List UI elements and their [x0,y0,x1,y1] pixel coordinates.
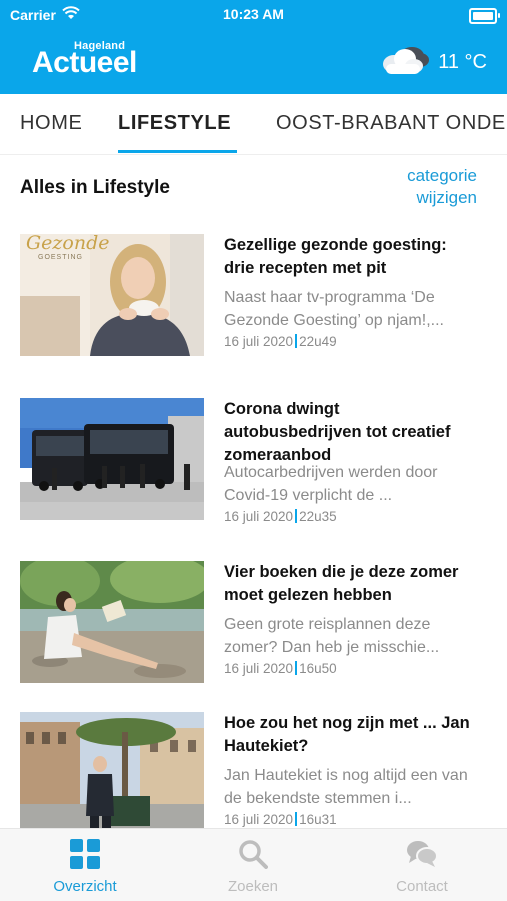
tabbar-item-overzicht[interactable]: Overzicht [25,839,145,895]
tabbar-item-contact[interactable]: Contact [362,839,482,895]
active-tab-indicator [118,150,237,153]
status-time: 10:23 AM [223,6,284,22]
tab-oost-brabant-ondernemen[interactable]: OOST-BRABANT ONDERNEMEN [276,112,507,135]
change-category-line-1: categorie [407,166,477,185]
article-meta: 16 juli 2020 22u35 [224,509,337,524]
chat-icon [406,839,438,874]
article-date: 16 juli 2020 [224,509,294,524]
article-excerpt: Naast haar tv-programma ‘De Gezonde Goes… [224,289,444,329]
article-date: 16 juli 2020 [224,661,294,676]
article-meta: 16 juli 2020 16u31 [224,812,337,827]
grid-icon [70,839,100,874]
article-item[interactable]: Gezonde GOESTING Gezellige gezonde goest… [20,234,480,358]
article-title[interactable]: Gezellige gezonde goesting: drie recepte… [224,234,480,280]
meta-divider [295,334,298,348]
logo-main: Actueel [32,46,137,79]
article-date: 16 juli 2020 [224,812,294,827]
battery-icon [469,8,500,24]
article-item[interactable]: Corona dwingt autobusbedrijven tot creat… [20,398,480,524]
article-meta: 16 juli 2020 16u50 [224,661,337,676]
bottom-tab-bar: Overzicht Zoeken Contact [0,828,507,901]
status-bar: Carrier 10:23 AM [0,0,507,28]
meta-divider [295,812,298,826]
article-time: 22u35 [299,509,337,524]
meta-divider [295,661,298,675]
article-excerpt: Jan Hautekiet is nog altijd een van de b… [224,767,468,807]
article-time: 16u31 [299,812,337,827]
cloud-icon [378,44,430,81]
category-tabs: HOME LIFESTYLE OOST-BRABANT ONDERNEMEN [0,94,507,155]
tab-lifestyle[interactable]: LIFESTYLE [118,112,231,135]
tab-home[interactable]: HOME [20,112,82,135]
change-category-link[interactable]: categorie wijzigen [357,165,477,209]
article-thumbnail[interactable]: Gezonde GOESTING [20,234,204,356]
change-category-line-2: wijzigen [416,188,477,207]
app-header: Carrier 10:23 AM Hageland Actueel 11 °C [0,0,507,94]
article-item[interactable]: Vier boeken die je deze zomer moet gelez… [20,561,480,685]
article-item[interactable]: Hoe zou het nog zijn met ... Jan Hauteki… [20,712,480,836]
article-excerpt: Autocarbedrijven werden door Covid-19 ve… [224,464,438,504]
article-title[interactable]: Hoe zou het nog zijn met ... Jan Hauteki… [224,712,480,758]
article-thumbnail[interactable] [20,561,204,683]
thumbnail-subtext: GOESTING [38,254,83,261]
article-time: 22u49 [299,334,337,349]
article-time: 16u50 [299,661,337,676]
search-icon [238,839,268,874]
meta-divider [295,509,298,523]
article-meta: 16 juli 2020 22u49 [224,334,337,349]
section-title: Alles in Lifestyle [20,177,170,198]
weather-widget: 11 °C [378,44,487,81]
tabbar-label: Contact [396,878,448,895]
tabbar-item-zoeken[interactable]: Zoeken [193,839,313,895]
article-excerpt: Geen grote reisplannen deze zomer? Dan h… [224,616,440,656]
tabbar-label: Zoeken [227,878,279,895]
article-thumbnail[interactable] [20,398,204,520]
article-title[interactable]: Vier boeken die je deze zomer moet gelez… [224,561,480,607]
article-title[interactable]: Corona dwingt autobusbedrijven tot creat… [224,398,480,467]
app-logo[interactable]: Hageland Actueel [32,40,152,80]
article-date: 16 juli 2020 [224,334,294,349]
article-thumbnail[interactable] [20,712,204,834]
thumbnail-text: Gezonde [26,234,110,254]
tabbar-label: Overzicht [53,878,117,895]
temperature: 11 °C [438,51,487,73]
